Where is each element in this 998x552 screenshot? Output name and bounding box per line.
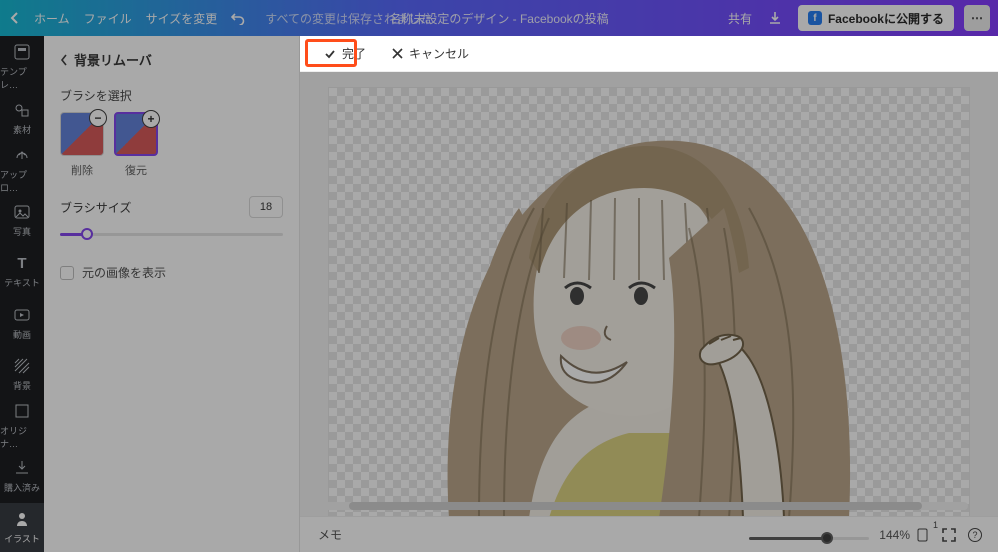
undo-icon[interactable] <box>231 11 245 25</box>
doc-title[interactable]: 名称未設定のデザイン - Facebookの投稿 <box>389 10 608 27</box>
zoom-value[interactable]: 144% <box>879 528 910 542</box>
brush-erase[interactable]: − 削除 <box>60 112 104 178</box>
notes-button[interactable]: メモ <box>310 522 350 547</box>
help-icon[interactable]: ? <box>962 522 988 548</box>
rail-illust[interactable]: イラスト <box>0 503 44 552</box>
left-rail: テンプレ… 素材 アップロ… 写真 Tテキスト 動画 背景 オリジナ… 購入済み… <box>0 36 44 552</box>
canvas-header: 完了 キャンセル <box>300 36 998 72</box>
home-button[interactable]: ホーム <box>34 10 70 27</box>
rail-photo[interactable]: 写真 <box>0 196 44 245</box>
rail-original[interactable]: オリジナ… <box>0 400 44 449</box>
share-button[interactable]: 共有 <box>728 10 752 27</box>
svg-text:?: ? <box>972 530 977 540</box>
rail-purchased[interactable]: 購入済み <box>0 452 44 501</box>
horizontal-scrollbar[interactable] <box>316 502 968 510</box>
more-menu[interactable]: ⋯ <box>964 5 990 31</box>
chevron-left-icon <box>60 54 68 66</box>
publish-label: Facebookに公開する <box>828 10 944 27</box>
rail-background[interactable]: 背景 <box>0 349 44 398</box>
brush-size-label: ブラシサイズ <box>60 199 131 216</box>
panel-back[interactable]: 背景リムーバ <box>60 50 283 69</box>
show-original-toggle[interactable]: 元の画像を表示 <box>60 264 283 281</box>
checkbox-icon <box>60 266 74 280</box>
rail-upload[interactable]: アップロ… <box>0 144 44 193</box>
topbar: ホーム ファイル サイズを変更 すべての変更は保存されました 名称未設定のデザイ… <box>0 0 998 36</box>
canvas-stage[interactable] <box>300 72 998 516</box>
publish-button[interactable]: f Facebookに公開する <box>798 5 954 31</box>
panel-title: 背景リムーバ <box>74 50 152 69</box>
resize-menu[interactable]: サイズを変更 <box>146 10 218 27</box>
back-icon[interactable] <box>10 12 20 24</box>
cancel-button[interactable]: キャンセル <box>382 41 479 67</box>
close-icon <box>392 48 403 59</box>
fullscreen-icon[interactable] <box>936 522 962 548</box>
brush-size-value[interactable]: 18 <box>249 196 283 218</box>
check-icon <box>324 48 336 60</box>
artboard[interactable] <box>329 88 969 516</box>
page-manager[interactable]: 1 <box>910 522 936 548</box>
brush-restore[interactable]: + 復元 <box>114 112 158 178</box>
rail-template[interactable]: テンプレ… <box>0 42 44 91</box>
bg-remover-panel: 背景リムーバ ブラシを選択 − 削除 + 復元 ブラシサイズ 18 元の画像を表… <box>44 36 300 552</box>
rail-elements[interactable]: 素材 <box>0 93 44 142</box>
rail-video[interactable]: 動画 <box>0 298 44 347</box>
brush-size-slider[interactable] <box>60 224 283 244</box>
file-menu[interactable]: ファイル <box>84 10 132 27</box>
download-icon[interactable] <box>762 5 788 31</box>
facebook-icon: f <box>808 11 822 25</box>
footer: メモ 144% 1 ? <box>300 516 998 552</box>
rail-text[interactable]: Tテキスト <box>0 247 44 296</box>
done-button[interactable]: 完了 <box>314 41 376 67</box>
brush-select-label: ブラシを選択 <box>60 87 283 104</box>
illustration <box>329 88 969 516</box>
zoom-slider[interactable] <box>749 528 869 548</box>
